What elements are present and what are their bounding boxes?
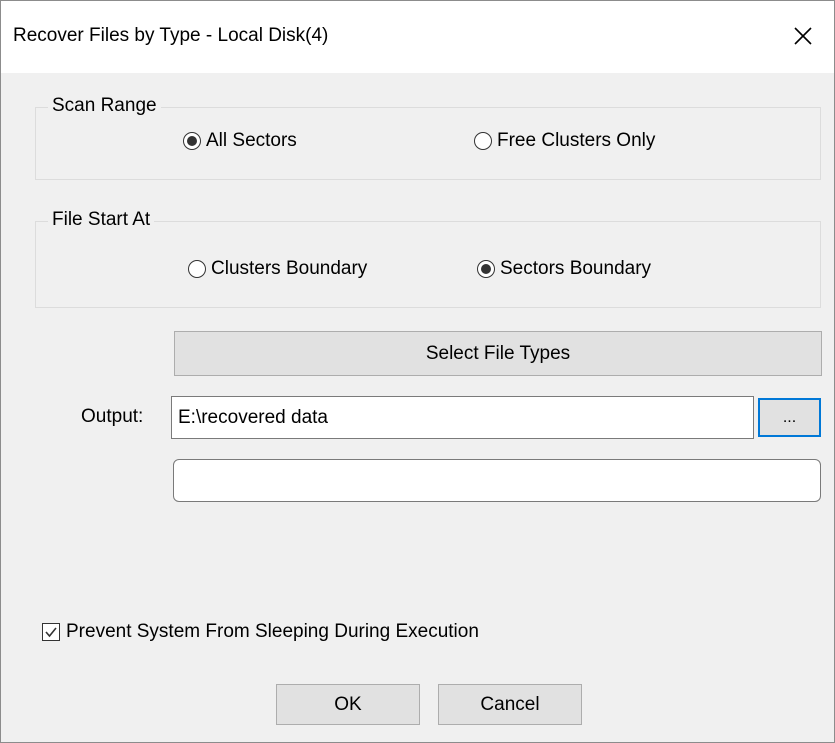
radio-free-clusters-only-circle — [474, 132, 492, 150]
close-button[interactable] — [772, 1, 834, 71]
output-label: Output: — [81, 406, 144, 427]
output-path-field[interactable]: E:\recovered data — [171, 396, 754, 439]
close-icon — [794, 27, 812, 45]
radio-sectors-boundary-circle — [477, 260, 495, 278]
scan-range-group: Scan Range — [35, 95, 821, 180]
prevent-sleep-checkbox[interactable]: Prevent System From Sleeping During Exec… — [42, 621, 479, 643]
radio-free-clusters-only-label: Free Clusters Only — [497, 130, 656, 151]
prevent-sleep-label: Prevent System From Sleeping During Exec… — [66, 621, 479, 642]
radio-sectors-boundary-label: Sectors Boundary — [500, 258, 652, 279]
ok-button[interactable]: OK — [276, 684, 420, 725]
radio-all-sectors[interactable]: All Sectors — [183, 130, 297, 152]
radio-all-sectors-circle — [183, 132, 201, 150]
radio-clusters-boundary[interactable]: Clusters Boundary — [188, 258, 367, 280]
browse-button[interactable]: ... — [758, 398, 821, 437]
radio-all-sectors-label: All Sectors — [206, 130, 297, 151]
recover-files-dialog: Recover Files by Type - Local Disk(4) Sc… — [0, 0, 835, 743]
scan-range-legend: Scan Range — [48, 95, 161, 117]
checkmark-icon — [45, 627, 57, 638]
radio-selected-dot — [481, 264, 491, 274]
title-bar: Recover Files by Type - Local Disk(4) — [1, 1, 834, 73]
status-field — [173, 459, 821, 502]
select-file-types-button[interactable]: Select File Types — [174, 331, 822, 376]
window-title: Recover Files by Type - Local Disk(4) — [13, 25, 329, 46]
radio-clusters-boundary-label: Clusters Boundary — [211, 258, 368, 279]
cancel-button[interactable]: Cancel — [438, 684, 582, 725]
radio-clusters-boundary-circle — [188, 260, 206, 278]
radio-selected-dot — [187, 136, 197, 146]
checkbox-box — [42, 623, 60, 641]
radio-free-clusters-only[interactable]: Free Clusters Only — [474, 130, 655, 152]
radio-sectors-boundary[interactable]: Sectors Boundary — [477, 258, 651, 280]
file-start-group: File Start At — [35, 209, 821, 308]
file-start-legend: File Start At — [48, 209, 155, 231]
